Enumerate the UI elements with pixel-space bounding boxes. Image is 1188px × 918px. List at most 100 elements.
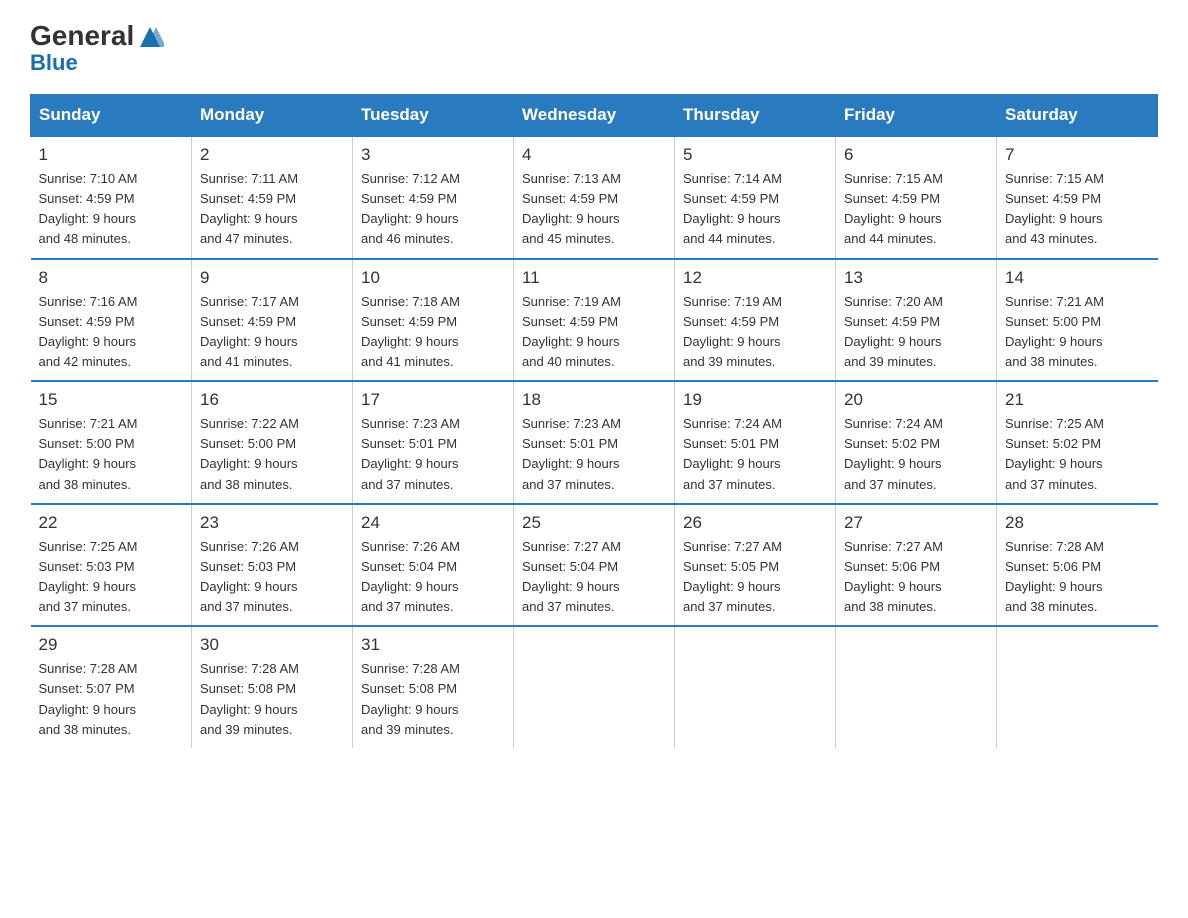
- day-number: 24: [361, 513, 505, 533]
- calendar-cell: 7 Sunrise: 7:15 AMSunset: 4:59 PMDayligh…: [997, 136, 1158, 259]
- calendar-cell: 10 Sunrise: 7:18 AMSunset: 4:59 PMDaylig…: [353, 259, 514, 382]
- header-monday: Monday: [192, 95, 353, 137]
- calendar-cell: 30 Sunrise: 7:28 AMSunset: 5:08 PMDaylig…: [192, 626, 353, 748]
- calendar-cell: 28 Sunrise: 7:28 AMSunset: 5:06 PMDaylig…: [997, 504, 1158, 627]
- week-row-4: 22 Sunrise: 7:25 AMSunset: 5:03 PMDaylig…: [31, 504, 1158, 627]
- day-number: 13: [844, 268, 988, 288]
- calendar-cell: 20 Sunrise: 7:24 AMSunset: 5:02 PMDaylig…: [836, 381, 997, 504]
- week-row-3: 15 Sunrise: 7:21 AMSunset: 5:00 PMDaylig…: [31, 381, 1158, 504]
- day-info: Sunrise: 7:26 AMSunset: 5:04 PMDaylight:…: [361, 537, 505, 618]
- day-info: Sunrise: 7:25 AMSunset: 5:03 PMDaylight:…: [39, 537, 184, 618]
- calendar-cell: 26 Sunrise: 7:27 AMSunset: 5:05 PMDaylig…: [675, 504, 836, 627]
- day-info: Sunrise: 7:21 AMSunset: 5:00 PMDaylight:…: [1005, 292, 1150, 373]
- calendar-cell: 19 Sunrise: 7:24 AMSunset: 5:01 PMDaylig…: [675, 381, 836, 504]
- calendar-cell: 23 Sunrise: 7:26 AMSunset: 5:03 PMDaylig…: [192, 504, 353, 627]
- week-row-1: 1 Sunrise: 7:10 AMSunset: 4:59 PMDayligh…: [31, 136, 1158, 259]
- day-number: 17: [361, 390, 505, 410]
- day-number: 3: [361, 145, 505, 165]
- calendar-cell: 12 Sunrise: 7:19 AMSunset: 4:59 PMDaylig…: [675, 259, 836, 382]
- day-number: 5: [683, 145, 827, 165]
- day-info: Sunrise: 7:27 AMSunset: 5:05 PMDaylight:…: [683, 537, 827, 618]
- day-info: Sunrise: 7:24 AMSunset: 5:01 PMDaylight:…: [683, 414, 827, 495]
- day-number: 10: [361, 268, 505, 288]
- day-info: Sunrise: 7:27 AMSunset: 5:06 PMDaylight:…: [844, 537, 988, 618]
- day-number: 27: [844, 513, 988, 533]
- day-info: Sunrise: 7:20 AMSunset: 4:59 PMDaylight:…: [844, 292, 988, 373]
- day-info: Sunrise: 7:11 AMSunset: 4:59 PMDaylight:…: [200, 169, 344, 250]
- calendar-cell: 5 Sunrise: 7:14 AMSunset: 4:59 PMDayligh…: [675, 136, 836, 259]
- calendar-cell: 15 Sunrise: 7:21 AMSunset: 5:00 PMDaylig…: [31, 381, 192, 504]
- day-number: 23: [200, 513, 344, 533]
- calendar-cell: 1 Sunrise: 7:10 AMSunset: 4:59 PMDayligh…: [31, 136, 192, 259]
- day-info: Sunrise: 7:21 AMSunset: 5:00 PMDaylight:…: [39, 414, 184, 495]
- day-info: Sunrise: 7:12 AMSunset: 4:59 PMDaylight:…: [361, 169, 505, 250]
- calendar-cell: 2 Sunrise: 7:11 AMSunset: 4:59 PMDayligh…: [192, 136, 353, 259]
- day-info: Sunrise: 7:16 AMSunset: 4:59 PMDaylight:…: [39, 292, 184, 373]
- day-number: 16: [200, 390, 344, 410]
- day-number: 21: [1005, 390, 1150, 410]
- day-number: 12: [683, 268, 827, 288]
- day-info: Sunrise: 7:23 AMSunset: 5:01 PMDaylight:…: [522, 414, 666, 495]
- calendar-cell: 6 Sunrise: 7:15 AMSunset: 4:59 PMDayligh…: [836, 136, 997, 259]
- calendar-cell: 31 Sunrise: 7:28 AMSunset: 5:08 PMDaylig…: [353, 626, 514, 748]
- header-tuesday: Tuesday: [353, 95, 514, 137]
- header-friday: Friday: [836, 95, 997, 137]
- day-number: 2: [200, 145, 344, 165]
- day-number: 20: [844, 390, 988, 410]
- calendar-cell: 17 Sunrise: 7:23 AMSunset: 5:01 PMDaylig…: [353, 381, 514, 504]
- logo-general-text: General: [30, 20, 134, 52]
- calendar-cell: [514, 626, 675, 748]
- day-info: Sunrise: 7:27 AMSunset: 5:04 PMDaylight:…: [522, 537, 666, 618]
- logo: General: [30, 20, 166, 52]
- day-number: 8: [39, 268, 184, 288]
- calendar-cell: 24 Sunrise: 7:26 AMSunset: 5:04 PMDaylig…: [353, 504, 514, 627]
- day-info: Sunrise: 7:25 AMSunset: 5:02 PMDaylight:…: [1005, 414, 1150, 495]
- logo-area: General Blue: [30, 20, 166, 76]
- day-info: Sunrise: 7:19 AMSunset: 4:59 PMDaylight:…: [683, 292, 827, 373]
- day-number: 4: [522, 145, 666, 165]
- calendar-cell: 25 Sunrise: 7:27 AMSunset: 5:04 PMDaylig…: [514, 504, 675, 627]
- day-number: 1: [39, 145, 184, 165]
- day-info: Sunrise: 7:28 AMSunset: 5:07 PMDaylight:…: [39, 659, 184, 740]
- calendar-cell: 14 Sunrise: 7:21 AMSunset: 5:00 PMDaylig…: [997, 259, 1158, 382]
- page-header: General Blue: [30, 20, 1158, 76]
- day-number: 22: [39, 513, 184, 533]
- day-number: 6: [844, 145, 988, 165]
- week-row-5: 29 Sunrise: 7:28 AMSunset: 5:07 PMDaylig…: [31, 626, 1158, 748]
- day-info: Sunrise: 7:28 AMSunset: 5:08 PMDaylight:…: [361, 659, 505, 740]
- day-info: Sunrise: 7:28 AMSunset: 5:06 PMDaylight:…: [1005, 537, 1150, 618]
- day-info: Sunrise: 7:18 AMSunset: 4:59 PMDaylight:…: [361, 292, 505, 373]
- header-row: SundayMondayTuesdayWednesdayThursdayFrid…: [31, 95, 1158, 137]
- header-wednesday: Wednesday: [514, 95, 675, 137]
- day-number: 7: [1005, 145, 1150, 165]
- day-number: 11: [522, 268, 666, 288]
- calendar-cell: 22 Sunrise: 7:25 AMSunset: 5:03 PMDaylig…: [31, 504, 192, 627]
- calendar-header: SundayMondayTuesdayWednesdayThursdayFrid…: [31, 95, 1158, 137]
- day-info: Sunrise: 7:22 AMSunset: 5:00 PMDaylight:…: [200, 414, 344, 495]
- day-number: 29: [39, 635, 184, 655]
- day-number: 14: [1005, 268, 1150, 288]
- calendar-cell: 8 Sunrise: 7:16 AMSunset: 4:59 PMDayligh…: [31, 259, 192, 382]
- calendar-cell: 29 Sunrise: 7:28 AMSunset: 5:07 PMDaylig…: [31, 626, 192, 748]
- day-info: Sunrise: 7:15 AMSunset: 4:59 PMDaylight:…: [1005, 169, 1150, 250]
- day-info: Sunrise: 7:10 AMSunset: 4:59 PMDaylight:…: [39, 169, 184, 250]
- calendar-cell: 9 Sunrise: 7:17 AMSunset: 4:59 PMDayligh…: [192, 259, 353, 382]
- calendar-cell: 27 Sunrise: 7:27 AMSunset: 5:06 PMDaylig…: [836, 504, 997, 627]
- day-info: Sunrise: 7:13 AMSunset: 4:59 PMDaylight:…: [522, 169, 666, 250]
- calendar-cell: [997, 626, 1158, 748]
- day-number: 28: [1005, 513, 1150, 533]
- day-number: 9: [200, 268, 344, 288]
- calendar-cell: [675, 626, 836, 748]
- day-info: Sunrise: 7:26 AMSunset: 5:03 PMDaylight:…: [200, 537, 344, 618]
- day-number: 30: [200, 635, 344, 655]
- week-row-2: 8 Sunrise: 7:16 AMSunset: 4:59 PMDayligh…: [31, 259, 1158, 382]
- logo-blue-text: Blue: [30, 50, 78, 76]
- calendar-cell: 21 Sunrise: 7:25 AMSunset: 5:02 PMDaylig…: [997, 381, 1158, 504]
- day-info: Sunrise: 7:17 AMSunset: 4:59 PMDaylight:…: [200, 292, 344, 373]
- day-number: 26: [683, 513, 827, 533]
- day-info: Sunrise: 7:14 AMSunset: 4:59 PMDaylight:…: [683, 169, 827, 250]
- header-sunday: Sunday: [31, 95, 192, 137]
- day-number: 31: [361, 635, 505, 655]
- day-number: 18: [522, 390, 666, 410]
- calendar-cell: [836, 626, 997, 748]
